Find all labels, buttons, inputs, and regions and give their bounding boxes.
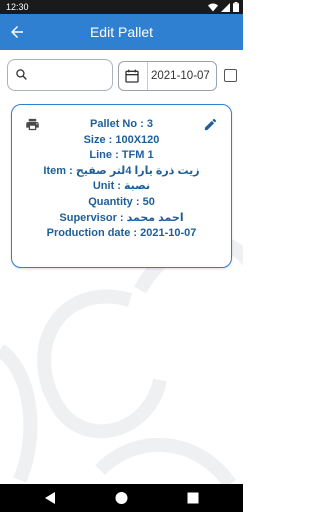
nav-recents-icon[interactable]	[187, 491, 199, 505]
filter-checkbox[interactable]	[224, 69, 237, 82]
search-input[interactable]	[32, 65, 110, 87]
page-title: Edit Pallet	[89, 24, 154, 40]
date-value: 2021-10-07	[147, 62, 210, 90]
pallet-quantity: Quantity : 50	[88, 195, 155, 208]
status-icons	[208, 2, 239, 12]
nav-back-icon[interactable]	[44, 491, 56, 505]
pallet-no: Pallet No : 3	[90, 118, 153, 130]
pallet-size: Size : 100X120	[83, 133, 160, 146]
pallet-unit: Unit : نصبة	[92, 180, 151, 193]
signal-icon	[221, 2, 230, 12]
status-bar: 12:30	[0, 0, 243, 14]
pallet-production-date: Production date : 2021-10-07	[46, 227, 197, 240]
nav-home-icon[interactable]	[115, 491, 128, 505]
calendar-icon	[125, 69, 139, 83]
pallet-line: Line : TFM 1	[89, 149, 154, 162]
wifi-icon	[208, 3, 218, 11]
search-box[interactable]	[7, 59, 113, 91]
date-filter[interactable]: 2021-10-07	[118, 61, 217, 91]
pallet-card[interactable]: Pallet No : 3 Size : 100X120 Line : TFM …	[11, 104, 232, 268]
pallet-item: Item : زيت ذرة يارا 4لتر صفيح	[43, 164, 200, 177]
pallet-supervisor: Supervisor : احمد محمد	[59, 211, 184, 224]
battery-icon	[233, 2, 239, 12]
status-time: 12:30	[6, 2, 29, 12]
pallet-details: Pallet No : 3 Size : 100X120 Line : TFM …	[12, 117, 231, 242]
app-bar: Edit Pallet	[0, 14, 243, 50]
search-icon	[16, 69, 27, 80]
navigation-bar	[0, 484, 243, 512]
